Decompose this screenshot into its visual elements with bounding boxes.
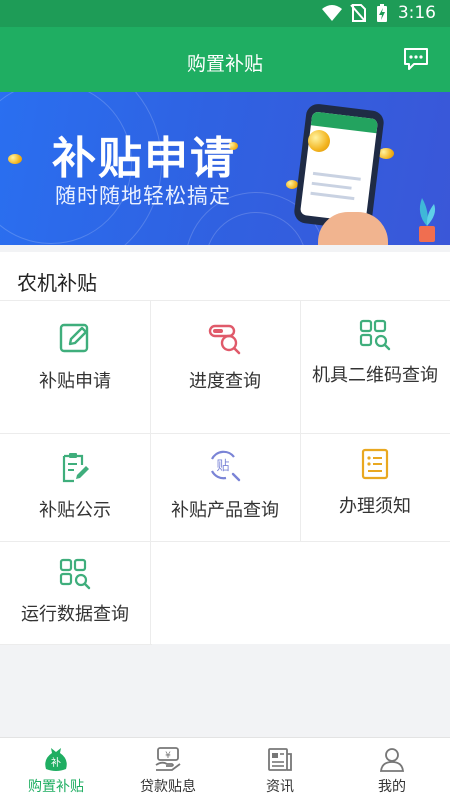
tab-badge-text: 补 (51, 756, 61, 769)
loan-icon: ¥ (155, 747, 181, 771)
tab-news[interactable]: 资讯 (224, 738, 336, 801)
profile-icon (379, 748, 405, 772)
grid-item-progress-query[interactable]: 进度查询 (150, 300, 300, 433)
phone-illustration (292, 102, 386, 232)
grid-item-qr-query[interactable]: 机具二维码查询 (300, 300, 450, 433)
grid-item-operation-data-query[interactable]: 运行数据查询 (0, 541, 150, 644)
tab-label: 购置补贴 (28, 779, 84, 795)
grid-item-label: 机具二维码查询 (312, 365, 438, 386)
tab-label: 我的 (378, 779, 406, 795)
grid-item-label: 进度查询 (189, 371, 261, 392)
page-title: 购置补贴 (186, 53, 263, 75)
grid-item-subsidy-publicity[interactable]: 补贴公示 (0, 433, 150, 541)
grid-item-label: 补贴申请 (39, 371, 111, 392)
section-title: 农机补贴 (17, 271, 97, 295)
grid-item-label: 补贴产品查询 (171, 500, 279, 521)
clipboard-edit-icon (62, 453, 89, 483)
data-search-icon (59, 558, 91, 590)
app-header: 购置补贴 (0, 27, 450, 92)
tab-mine[interactable]: 我的 (336, 738, 448, 801)
tab-loan-interest[interactable]: ¥ 贷款贴息 (112, 738, 224, 801)
svg-text:¥: ¥ (165, 751, 171, 761)
promo-banner[interactable]: 补贴申请 随时随地轻松搞定 (0, 92, 450, 245)
tab-purchase-subsidy[interactable]: 补 购置补贴 (0, 738, 112, 801)
subsidy-search-icon: 贴 (211, 450, 241, 482)
wifi-icon (322, 5, 342, 21)
status-bar: 3:16 (0, 0, 450, 27)
subsidy-bag-icon: 补 (45, 748, 67, 771)
grid-item-product-query[interactable]: 贴 补贴产品查询 (150, 433, 300, 541)
svg-text:贴: 贴 (216, 459, 229, 474)
notice-doc-icon (361, 448, 389, 480)
battery-charging-icon (377, 4, 387, 22)
progress-search-icon (208, 324, 241, 355)
bottom-tab-bar: 补 购置补贴 ¥ 贷款贴息 资讯 我的 (0, 737, 450, 801)
banner-subtitle: 随时随地轻松搞定 (55, 184, 231, 208)
grid-item-label: 办理须知 (339, 496, 411, 517)
news-icon (268, 748, 292, 771)
tab-label: 资讯 (266, 779, 294, 795)
edit-icon (59, 323, 89, 353)
no-sim-icon (350, 4, 366, 22)
grid-item-notice[interactable]: 办理须知 (300, 433, 450, 541)
status-time: 3:16 (397, 3, 436, 23)
grid-item-subsidy-apply[interactable]: 补贴申请 (0, 300, 150, 433)
grid-item-label: 运行数据查询 (21, 604, 129, 625)
agri-subsidy-section: 农机补贴 补贴申请 进度查询 机具二维码查询 补贴公示 贴 补贴产品查询 办理须… (0, 252, 450, 645)
banner-title: 补贴申请 (52, 133, 236, 184)
message-icon[interactable] (402, 45, 430, 73)
qr-search-icon (359, 319, 391, 351)
grid-item-label: 补贴公示 (39, 500, 111, 521)
plant-icon (419, 198, 436, 242)
tab-label: 贷款贴息 (140, 779, 196, 795)
